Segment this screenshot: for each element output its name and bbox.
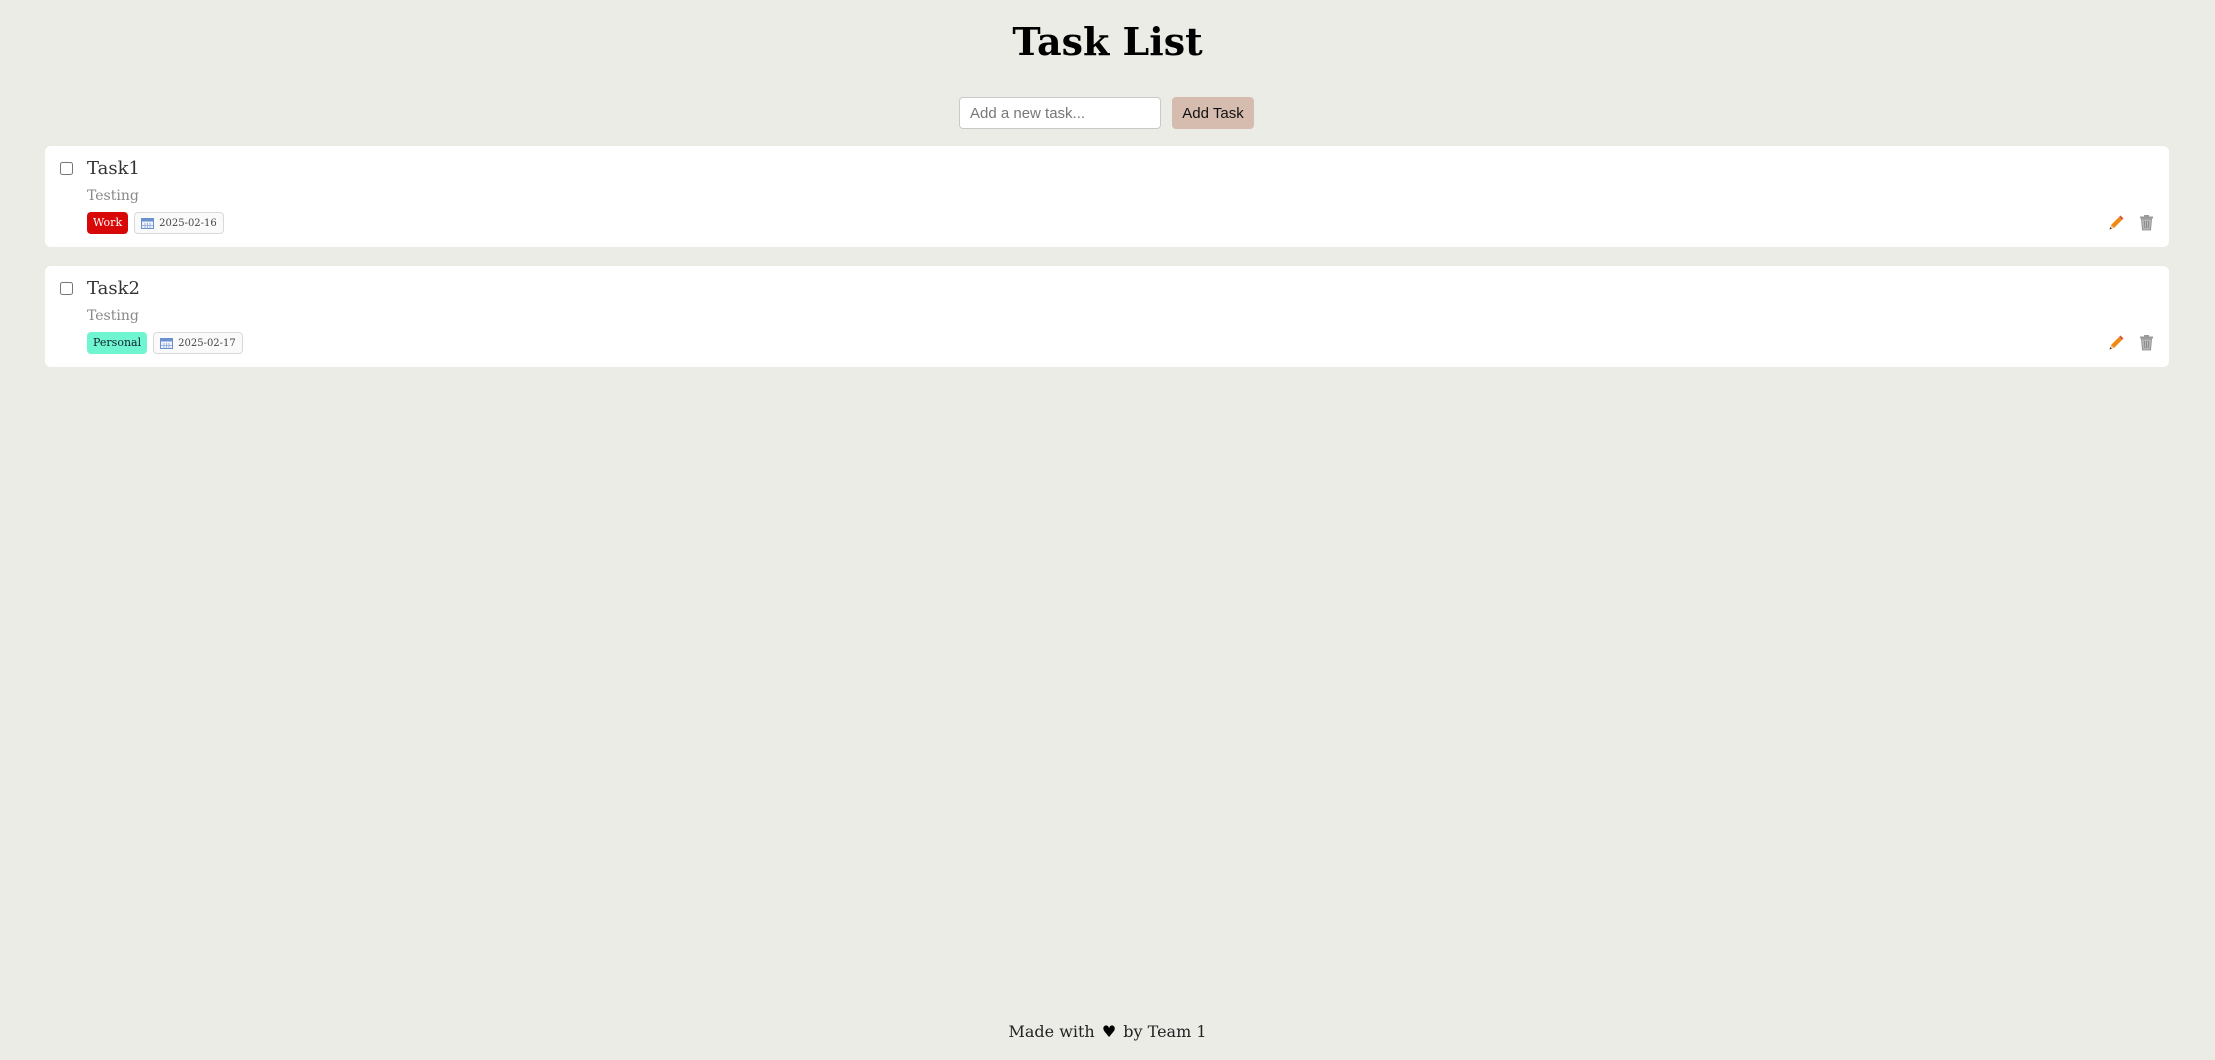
task-complete-checkbox[interactable] bbox=[60, 282, 73, 295]
task-description: Testing bbox=[87, 308, 139, 324]
footer-suffix: by Team 1 bbox=[1123, 1022, 1207, 1041]
page-title: Task List bbox=[1012, 19, 1203, 64]
category-badge: Work bbox=[87, 212, 129, 234]
calendar-icon bbox=[160, 337, 174, 349]
due-date-chip: 2025-02-16 bbox=[134, 212, 224, 234]
trash-icon[interactable] bbox=[2138, 334, 2155, 351]
heart-icon: ♥ bbox=[1101, 1022, 1117, 1041]
footer-prefix: Made with bbox=[1008, 1022, 1095, 1041]
task-name: Task2 bbox=[87, 278, 140, 299]
footer: Made with ♥ by Team 1 bbox=[0, 1020, 2215, 1044]
task-list: Task1 Testing Work 2025-02-16 Task2 Test… bbox=[45, 146, 2169, 386]
edit-pencil-icon[interactable] bbox=[2108, 214, 2125, 231]
due-date-text: 2025-02-17 bbox=[178, 337, 236, 349]
add-task-form: Add Task bbox=[959, 97, 1254, 129]
task-actions bbox=[2108, 214, 2155, 231]
task-actions bbox=[2108, 334, 2155, 351]
task-complete-checkbox[interactable] bbox=[60, 162, 73, 175]
calendar-icon bbox=[141, 217, 155, 229]
due-date-chip: 2025-02-17 bbox=[153, 332, 243, 354]
new-task-input[interactable] bbox=[959, 97, 1161, 129]
task-card: Task1 Testing Work 2025-02-16 bbox=[45, 146, 2169, 247]
edit-pencil-icon[interactable] bbox=[2108, 334, 2125, 351]
task-name: Task1 bbox=[87, 158, 140, 179]
task-card: Task2 Testing Personal 2025-02-17 bbox=[45, 266, 2169, 367]
category-badge: Personal bbox=[87, 332, 148, 354]
task-meta: Work 2025-02-16 bbox=[87, 212, 224, 234]
due-date-text: 2025-02-16 bbox=[159, 217, 217, 229]
task-description: Testing bbox=[87, 188, 139, 204]
task-meta: Personal 2025-02-17 bbox=[87, 332, 243, 354]
add-task-button[interactable]: Add Task bbox=[1172, 97, 1254, 129]
trash-icon[interactable] bbox=[2138, 214, 2155, 231]
